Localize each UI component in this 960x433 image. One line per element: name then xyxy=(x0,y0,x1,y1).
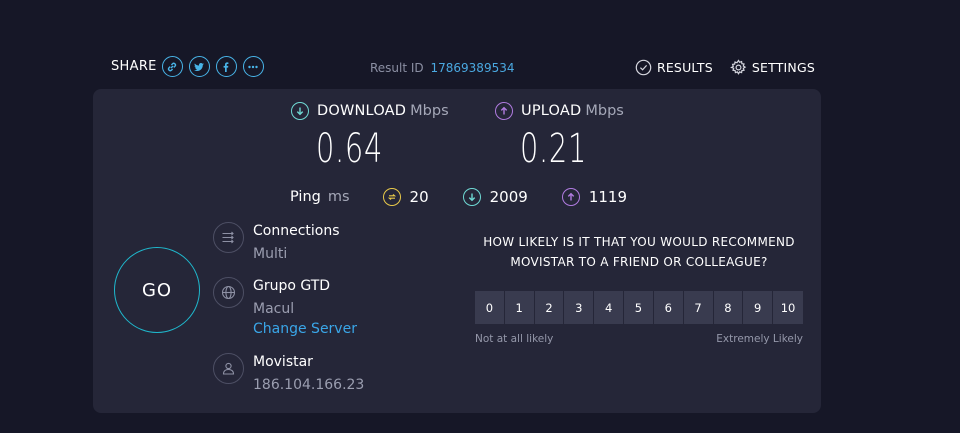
survey-scale: 0 1 2 3 4 5 6 7 8 9 10 xyxy=(475,291,803,324)
twitter-icon[interactable] xyxy=(188,56,210,77)
ping-row: Ping ms 20 2009 1119 xyxy=(290,188,661,206)
connections-info: Connections Multi xyxy=(213,222,340,262)
upload-unit: Mbps xyxy=(585,103,624,119)
scale-button-2[interactable]: 2 xyxy=(534,291,565,324)
results-button[interactable]: RESULTS xyxy=(635,59,713,76)
globe-icon xyxy=(213,277,244,308)
download-value: 0.64 xyxy=(316,126,384,172)
user-icon xyxy=(213,353,244,384)
settings-label: SETTINGS xyxy=(751,60,815,75)
top-nav: RESULTS SETTINGS xyxy=(618,59,815,76)
share-bar: SHARE xyxy=(111,56,270,77)
download-label: DOWNLOAD xyxy=(317,103,407,119)
isp-ip: 186.104.166.23 xyxy=(253,377,365,393)
connections-title: Connections xyxy=(253,223,340,239)
upload-label: UPLOAD xyxy=(521,103,582,119)
survey-question-line2: MOVISTAR TO A FRIEND OR COLLEAGUE? xyxy=(510,255,768,269)
server-location: Macul xyxy=(253,301,295,317)
check-circle-icon xyxy=(635,59,652,76)
scale-button-3[interactable]: 3 xyxy=(564,291,595,324)
result-id: Result ID 17869389534 xyxy=(370,61,514,75)
ping-upload-icon xyxy=(561,188,580,206)
survey-question-line1: HOW LIKELY IS IT THAT YOU WOULD RECOMMEN… xyxy=(483,235,795,249)
scale-button-10[interactable]: 10 xyxy=(773,291,803,324)
result-id-label: Result ID xyxy=(370,61,424,75)
isp-info: Movistar 186.104.166.23 xyxy=(213,353,364,393)
connections-icon xyxy=(213,222,244,253)
upload-metric: UPLOAD Mbps 0.21 xyxy=(495,102,624,172)
upload-value: 0.21 xyxy=(520,126,588,172)
ping-upload-value: 1119 xyxy=(588,188,628,206)
ping-label: Ping xyxy=(290,189,321,205)
upload-arrow-icon xyxy=(495,102,513,120)
nps-survey: HOW LIKELY IS IT THAT YOU WOULD RECOMMEN… xyxy=(475,232,803,345)
ping-idle-icon xyxy=(382,188,401,206)
top-bar: SHARE Result ID 17869389534 RESULTS SETT… xyxy=(0,0,960,90)
ping-download-icon xyxy=(462,188,481,206)
ping-unit: ms xyxy=(327,189,350,205)
connections-value[interactable]: Multi xyxy=(253,246,340,262)
change-server-link[interactable]: Change Server xyxy=(253,321,357,337)
ping-idle-value: 20 xyxy=(409,188,429,206)
server-name: Grupo GTD xyxy=(253,278,331,294)
scale-button-7[interactable]: 7 xyxy=(683,291,714,324)
scale-labels: Not at all likely Extremely Likely xyxy=(475,333,803,345)
server-info: Grupo GTD Macul Change Server xyxy=(213,277,357,337)
scale-low-label: Not at all likely xyxy=(475,333,554,345)
survey-question: HOW LIKELY IS IT THAT YOU WOULD RECOMMEN… xyxy=(475,232,803,272)
isp-name: Movistar xyxy=(253,354,313,370)
download-unit: Mbps xyxy=(410,103,449,119)
scale-button-0[interactable]: 0 xyxy=(475,291,505,324)
scale-button-6[interactable]: 6 xyxy=(653,291,684,324)
scale-button-1[interactable]: 1 xyxy=(504,291,535,324)
share-label: SHARE xyxy=(111,59,157,74)
ping-download-value: 2009 xyxy=(489,188,528,206)
results-label: RESULTS xyxy=(656,60,713,75)
facebook-icon[interactable] xyxy=(215,56,237,77)
link-icon[interactable] xyxy=(161,56,183,77)
gear-icon xyxy=(729,59,747,75)
settings-button[interactable]: SETTINGS xyxy=(729,59,815,76)
more-icon[interactable] xyxy=(242,56,264,77)
scale-button-4[interactable]: 4 xyxy=(594,291,625,324)
download-metric: DOWNLOAD Mbps 0.64 xyxy=(291,102,449,172)
scale-high-label: Extremely Likely xyxy=(716,333,803,345)
result-id-value[interactable]: 17869389534 xyxy=(431,61,515,75)
download-arrow-icon xyxy=(291,102,309,120)
ping-upload: 1119 xyxy=(561,188,628,206)
scale-button-8[interactable]: 8 xyxy=(713,291,744,324)
go-button[interactable]: GO xyxy=(114,247,200,333)
scale-button-5[interactable]: 5 xyxy=(624,291,654,324)
ping-download: 2009 xyxy=(462,188,528,206)
scale-button-9[interactable]: 9 xyxy=(743,291,774,324)
ping-idle: 20 xyxy=(382,188,429,206)
